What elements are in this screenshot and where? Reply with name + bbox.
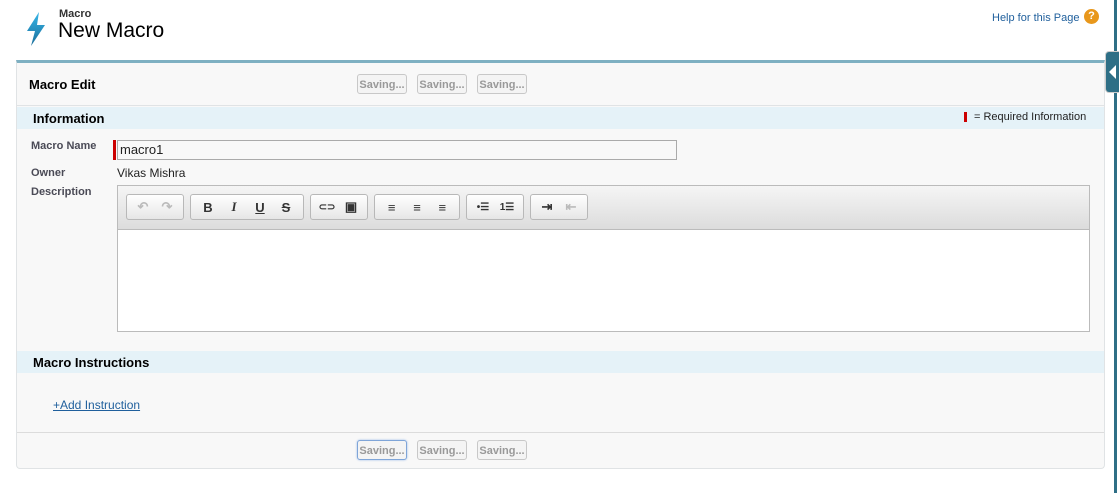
numbered-list-icon[interactable]: 1☰ [497, 202, 517, 213]
redo-icon[interactable]: ↷ [157, 199, 177, 215]
save-button-bottom[interactable]: Saving... [357, 440, 407, 460]
information-section-header [17, 107, 1104, 129]
align-center-icon[interactable]: ≡ [407, 200, 427, 215]
undo-icon[interactable]: ↶ [133, 199, 153, 215]
indent-icon[interactable]: ⇥ [537, 199, 557, 215]
link-icon[interactable]: ⊂⊃ [317, 202, 337, 213]
sidebar-toggle-button[interactable] [1105, 51, 1119, 93]
required-marker-icon [964, 112, 967, 122]
owner-label: Owner [31, 167, 66, 179]
information-title: Information [33, 111, 105, 126]
description-label: Description [31, 186, 92, 198]
bold-icon[interactable]: B [198, 200, 218, 215]
panel-title: Macro Edit [29, 77, 96, 92]
align-right-icon[interactable]: ≡ [432, 200, 452, 215]
editor-toolbar: ↶ ↷ B I U S ⊂⊃ ▣ ≡ ≡ ≡ •☰ 1☰ ⇥ ⇤ [118, 186, 1089, 230]
cancel-button-bottom[interactable]: Saving... [477, 440, 527, 460]
save-new-button[interactable]: Saving... [417, 74, 467, 94]
description-editor: ↶ ↷ B I U S ⊂⊃ ▣ ≡ ≡ ≡ •☰ 1☰ ⇥ ⇤ [117, 185, 1090, 332]
required-marker-icon [113, 140, 116, 160]
underline-icon[interactable]: U [250, 200, 270, 215]
help-icon[interactable]: ? [1084, 9, 1099, 24]
add-instruction-link[interactable]: +Add Instruction [53, 398, 140, 412]
bulleted-list-icon[interactable]: •☰ [473, 202, 493, 213]
italic-icon[interactable]: I [224, 199, 244, 215]
outdent-icon[interactable]: ⇤ [561, 199, 581, 215]
cancel-button[interactable]: Saving... [477, 74, 527, 94]
save-new-button-bottom[interactable]: Saving... [417, 440, 467, 460]
instructions-title: Macro Instructions [33, 355, 150, 370]
description-textarea[interactable] [118, 230, 1089, 331]
strikethrough-icon[interactable]: S [276, 200, 296, 215]
macro-name-label: Macro Name [31, 140, 97, 152]
macro-name-input[interactable]: macro1 [117, 140, 677, 160]
divider [17, 432, 1104, 433]
page-title: New Macro [58, 19, 165, 42]
image-icon[interactable]: ▣ [341, 199, 361, 215]
save-button[interactable]: Saving... [357, 74, 407, 94]
lightning-icon [27, 12, 45, 46]
owner-value: Vikas Mishra [117, 166, 186, 180]
instructions-section-header [17, 351, 1104, 373]
align-left-icon[interactable]: ≡ [382, 200, 402, 215]
help-link[interactable]: Help for this Page [992, 12, 1079, 24]
required-legend: = Required Information [974, 111, 1087, 123]
